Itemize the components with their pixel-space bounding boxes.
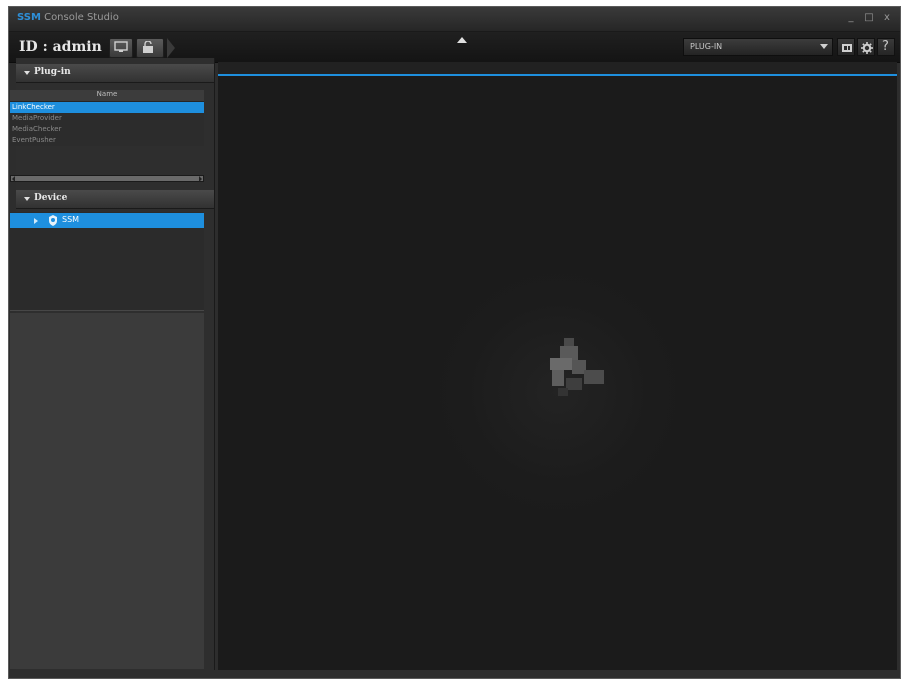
lock-button-tail [167, 38, 175, 58]
settings-button[interactable] [857, 38, 875, 56]
layout-button[interactable] [837, 38, 855, 56]
lock-icon [143, 41, 153, 53]
layout-icon [842, 44, 852, 52]
app-title: SSM Console Studio [17, 12, 119, 23]
help-icon: ? [882, 39, 889, 54]
app-title-text: Console Studio [40, 12, 119, 23]
device-tree: SSM [10, 212, 204, 311]
maximize-button[interactable]: □ [862, 10, 876, 26]
plugin-section-header[interactable]: Plug-in [16, 64, 214, 83]
plugin-list: LinkChecker MediaProvider MediaChecker E… [10, 102, 204, 146]
plugin-select[interactable]: PLUG-IN [683, 38, 833, 56]
plugin-name-column-header[interactable]: Name [10, 90, 204, 102]
window-controls: _ □ x [844, 10, 894, 26]
plugin-row[interactable]: MediaChecker [10, 124, 204, 135]
caret-down-icon [24, 71, 30, 75]
scroll-left-icon[interactable] [12, 176, 15, 182]
plugin-graphic [550, 338, 604, 396]
minimize-button[interactable]: _ [844, 10, 858, 26]
chevron-down-icon [820, 44, 828, 49]
column-header-label: Name [96, 90, 118, 98]
plugin-select-value: PLUG-IN [690, 42, 723, 51]
device-section-label: Device [34, 193, 68, 203]
lock-button[interactable] [136, 38, 164, 58]
content-tab-strip [218, 62, 897, 74]
accent-line [218, 74, 897, 76]
device-section-header[interactable]: Device [16, 190, 214, 209]
expand-icon[interactable] [34, 218, 38, 224]
plugin-row[interactable]: MediaProvider [10, 113, 204, 124]
scroll-right-icon[interactable] [199, 176, 202, 182]
monitor-button[interactable] [109, 38, 133, 58]
title-bar: SSM Console Studio _ □ x [9, 7, 900, 32]
plugin-section-label: Plug-in [34, 67, 71, 77]
monitor-icon [114, 41, 128, 52]
close-button[interactable]: x [880, 10, 894, 26]
plugin-row[interactable]: EventPusher [10, 135, 204, 146]
device-icon [49, 215, 57, 226]
plugin-list-scrollbar[interactable] [10, 175, 204, 182]
caret-down-icon [24, 197, 30, 201]
gear-icon [861, 42, 873, 54]
app-brand: SSM [17, 12, 41, 23]
device-label: SSM [62, 215, 80, 224]
user-id-label: ID : admin [19, 39, 102, 55]
sidebar-empty-panel [10, 313, 204, 669]
device-tree-item-ssm[interactable]: SSM [10, 213, 204, 228]
help-button[interactable]: ? [877, 38, 895, 56]
plugin-row[interactable]: LinkChecker [10, 102, 204, 113]
collapse-arrow-icon[interactable] [455, 34, 469, 44]
